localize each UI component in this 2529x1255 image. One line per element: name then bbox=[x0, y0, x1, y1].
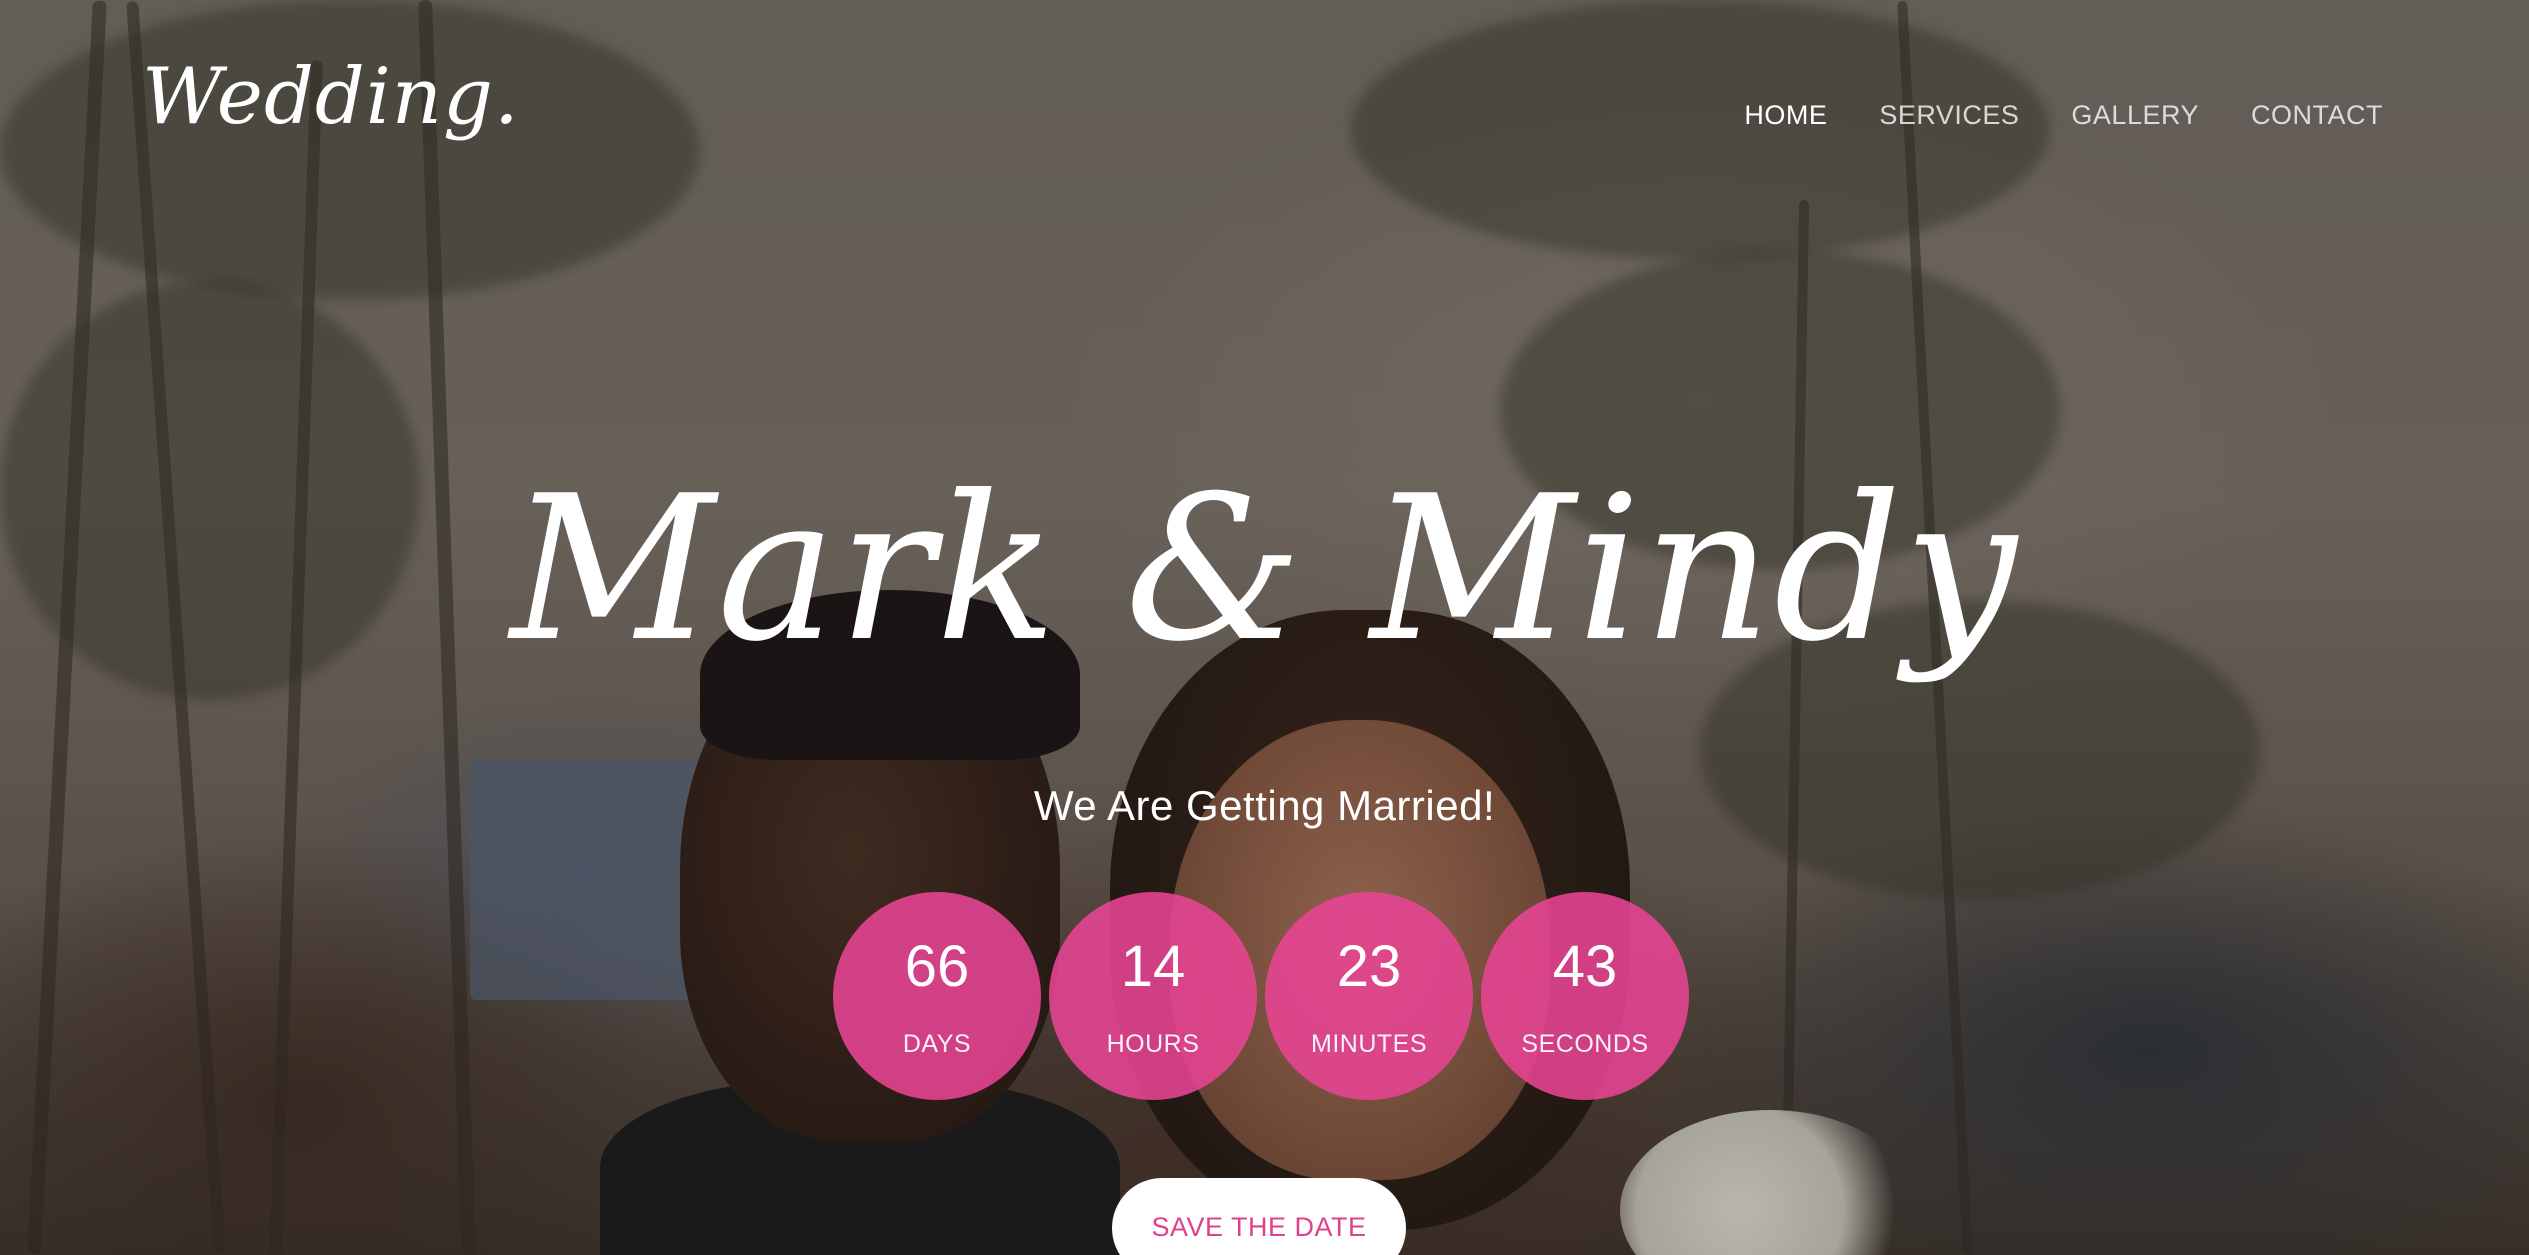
nav-item-services[interactable]: SERVICES bbox=[1879, 100, 2019, 131]
countdown-hours-value: 14 bbox=[1120, 933, 1186, 999]
site-logo[interactable]: Wedding. bbox=[142, 58, 520, 136]
main-nav: HOME SERVICES GALLERY CONTACT bbox=[1744, 100, 2383, 131]
countdown-timer: 66 DAYS 14 HOURS 23 MINUTES 43 SECONDS bbox=[833, 892, 1689, 1100]
nav-item-contact[interactable]: CONTACT bbox=[2251, 100, 2383, 131]
save-the-date-button[interactable]: SAVE THE DATE bbox=[1112, 1178, 1406, 1255]
countdown-days-value: 66 bbox=[904, 933, 970, 999]
countdown-minutes: 23 MINUTES bbox=[1265, 892, 1473, 1100]
countdown-seconds: 43 SECONDS bbox=[1481, 892, 1689, 1100]
countdown-seconds-label: SECONDS bbox=[1521, 1029, 1649, 1058]
countdown-seconds-value: 43 bbox=[1552, 933, 1618, 999]
countdown-minutes-label: MINUTES bbox=[1311, 1029, 1427, 1058]
hero-tagline: We Are Getting Married! bbox=[1033, 782, 1496, 829]
couple-names-heading: Mark & Mindy bbox=[510, 453, 2019, 686]
countdown-days: 66 DAYS bbox=[833, 892, 1041, 1100]
nav-item-gallery[interactable]: GALLERY bbox=[2071, 100, 2199, 131]
countdown-minutes-value: 23 bbox=[1336, 933, 1402, 999]
countdown-days-label: DAYS bbox=[902, 1029, 972, 1058]
countdown-hours: 14 HOURS bbox=[1049, 892, 1257, 1100]
nav-item-home[interactable]: HOME bbox=[1744, 100, 1827, 131]
countdown-hours-label: HOURS bbox=[1106, 1029, 1200, 1058]
